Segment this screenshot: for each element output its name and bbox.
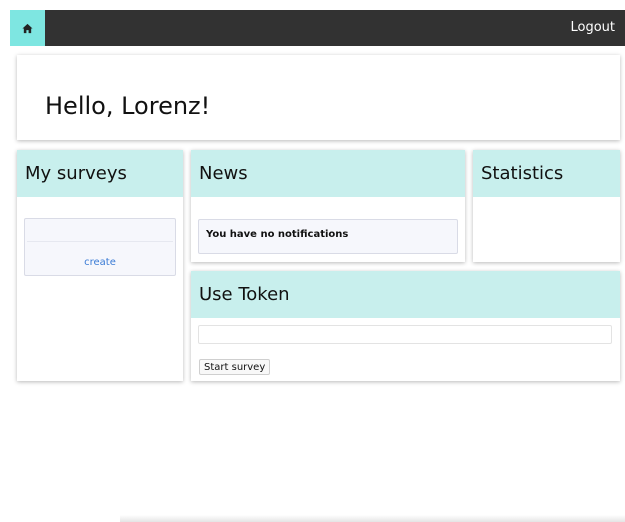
my-surveys-title: My surveys xyxy=(17,150,183,197)
top-navbar: Logout xyxy=(10,10,625,46)
news-title: News xyxy=(191,150,465,197)
start-survey-button[interactable]: Start survey xyxy=(199,359,271,375)
create-survey-link[interactable]: create xyxy=(25,257,175,268)
home-button[interactable] xyxy=(10,10,45,46)
use-token-panel: Use Token Start survey xyxy=(191,271,620,381)
use-token-title: Use Token xyxy=(191,271,620,318)
survey-list-divider xyxy=(27,241,173,242)
logout-link[interactable]: Logout xyxy=(570,20,615,35)
token-input[interactable] xyxy=(198,325,612,344)
greeting-card: Hello, Lorenz! xyxy=(17,55,620,140)
bottom-shadow-divider xyxy=(120,515,625,522)
home-icon xyxy=(22,23,33,33)
statistics-title: Statistics xyxy=(473,150,620,197)
notifications-message: You have no notifications xyxy=(198,219,458,254)
greeting-heading: Hello, Lorenz! xyxy=(45,92,211,120)
statistics-panel: Statistics xyxy=(473,150,620,262)
my-surveys-panel: My surveys create xyxy=(17,150,183,381)
app-root: Logout Hello, Lorenz! My surveys create … xyxy=(0,0,625,522)
survey-list: create xyxy=(24,218,176,276)
news-panel: News You have no notifications xyxy=(191,150,465,262)
